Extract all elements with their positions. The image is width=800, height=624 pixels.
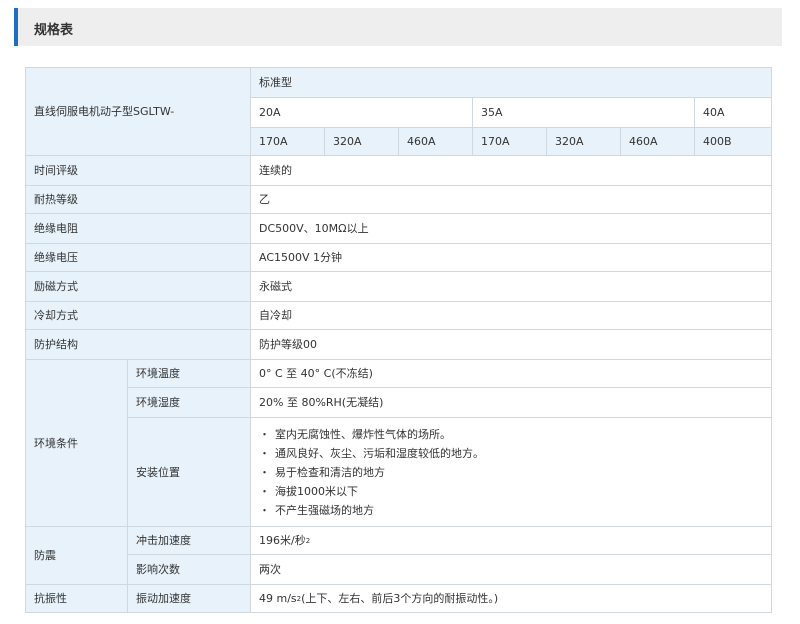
env-location-row: 安装位置 ・室内无腐蚀性、爆炸性气体的场所。 ・通风良好、灰尘、污垢和湿度较低的… bbox=[26, 417, 773, 527]
table-row: 耐热等级 乙 bbox=[25, 185, 773, 214]
vibration-label: 抗振性 bbox=[25, 584, 128, 613]
list-item: ・易于检查和清洁的地方 bbox=[259, 463, 763, 482]
env-temperature-row: 环境条件 环境温度 0° C 至 40° C(不冻结) bbox=[25, 359, 773, 527]
row-value: DC500V、10MΩ以上 bbox=[249, 213, 773, 244]
shock-accel-label: 冲击加速度 bbox=[127, 526, 251, 555]
spec-table: 直线伺服电机动子型SGLTW- 标准型 20A 35A 40A 170A 320… bbox=[25, 67, 773, 613]
row-value: 防护等级00 bbox=[249, 329, 773, 360]
current-20a: 20A bbox=[250, 97, 473, 128]
env-temperature-value: 0° C 至 40° C(不冻结) bbox=[249, 359, 773, 388]
row-value: 连续的 bbox=[249, 155, 773, 186]
list-item: ・通风良好、灰尘、污垢和湿度较低的地方。 bbox=[259, 444, 763, 463]
env-location-value: ・室内无腐蚀性、爆炸性气体的场所。 ・通风良好、灰尘、污垢和湿度较低的地方。 ・… bbox=[249, 417, 773, 527]
model-cell: 460A bbox=[620, 127, 695, 156]
list-item: ・室内无腐蚀性、爆炸性气体的场所。 bbox=[259, 425, 763, 444]
env-label: 环境条件 bbox=[25, 359, 128, 527]
model-cell: 170A bbox=[472, 127, 547, 156]
vibration-row: 抗振性 振动加速度 49 m/s2(上下、左右、前后3个方向的耐振动性。) bbox=[25, 584, 773, 613]
row-value: 自冷却 bbox=[249, 301, 773, 330]
table-row: 防护结构 防护等级00 bbox=[25, 329, 773, 360]
section-title: 规格表 bbox=[34, 23, 74, 38]
row-value: AC1500V 1分钟 bbox=[249, 243, 773, 272]
env-location-label: 安装位置 bbox=[127, 417, 251, 527]
bullet-icon: ・ bbox=[259, 446, 270, 460]
bullet-icon: ・ bbox=[259, 503, 270, 517]
table-row: 冷却方式 自冷却 bbox=[25, 301, 773, 330]
model-cell: 170A bbox=[250, 127, 325, 156]
bullet-icon: ・ bbox=[259, 427, 270, 441]
shock-accel-row: 防震 冲击加速度 196米/秒2 bbox=[25, 526, 773, 585]
row-label: 绝缘电阻 bbox=[25, 213, 251, 244]
model-label: 直线伺服电机动子型SGLTW- bbox=[25, 67, 251, 156]
type-label: 标准型 bbox=[249, 67, 773, 98]
env-humidity-row: 环境湿度 20% 至 80%RH(无凝结) bbox=[26, 387, 773, 418]
row-label: 冷却方式 bbox=[25, 301, 251, 330]
row-label: 励磁方式 bbox=[25, 271, 251, 302]
table-row: 时间评级 连续的 bbox=[25, 155, 773, 186]
table-row: 绝缘电阻 DC500V、10MΩ以上 bbox=[25, 213, 773, 244]
shock-accel-value: 196米/秒2 bbox=[249, 526, 773, 555]
model-cell: 400B bbox=[693, 127, 773, 156]
env-humidity-value: 20% 至 80%RH(无凝结) bbox=[249, 387, 773, 418]
current-35a: 35A bbox=[472, 97, 695, 128]
shock-count-row: 影响次数 两次 bbox=[26, 554, 773, 585]
header-row-type: 直线伺服电机动子型SGLTW- 标准型 bbox=[25, 67, 773, 156]
model-cell: 460A bbox=[398, 127, 473, 156]
table-row: 励磁方式 永磁式 bbox=[25, 271, 773, 302]
env-temperature-label: 环境温度 bbox=[127, 359, 251, 388]
model-cell: 320A bbox=[324, 127, 399, 156]
model-cell: 320A bbox=[546, 127, 621, 156]
row-label: 耐热等级 bbox=[25, 185, 251, 214]
list-item: ・海拔1000米以下 bbox=[259, 482, 763, 501]
vibration-value: 49 m/s2(上下、左右、前后3个方向的耐振动性。) bbox=[249, 584, 773, 613]
row-value: 永磁式 bbox=[249, 271, 773, 302]
bullet-icon: ・ bbox=[259, 465, 270, 479]
shock-count-value: 两次 bbox=[249, 554, 773, 585]
location-list: ・室内无腐蚀性、爆炸性气体的场所。 ・通风良好、灰尘、污垢和湿度较低的地方。 ・… bbox=[259, 425, 763, 520]
row-label: 防护结构 bbox=[25, 329, 251, 360]
row-value: 乙 bbox=[249, 185, 773, 214]
row-label: 时间评级 bbox=[25, 155, 251, 186]
current-40a: 40A bbox=[693, 97, 773, 128]
section-accent-bar bbox=[14, 8, 18, 46]
shock-count-label: 影响次数 bbox=[127, 554, 251, 585]
section-header: 规格表 bbox=[14, 8, 782, 46]
env-humidity-label: 环境湿度 bbox=[127, 387, 251, 418]
list-item: ・不产生强磁场的地方 bbox=[259, 501, 763, 520]
table-row: 绝缘电压 AC1500V 1分钟 bbox=[25, 243, 773, 272]
shock-label: 防震 bbox=[25, 526, 128, 585]
row-label: 绝缘电压 bbox=[25, 243, 251, 272]
bullet-icon: ・ bbox=[259, 484, 270, 498]
vibration-accel-label: 振动加速度 bbox=[127, 584, 251, 613]
